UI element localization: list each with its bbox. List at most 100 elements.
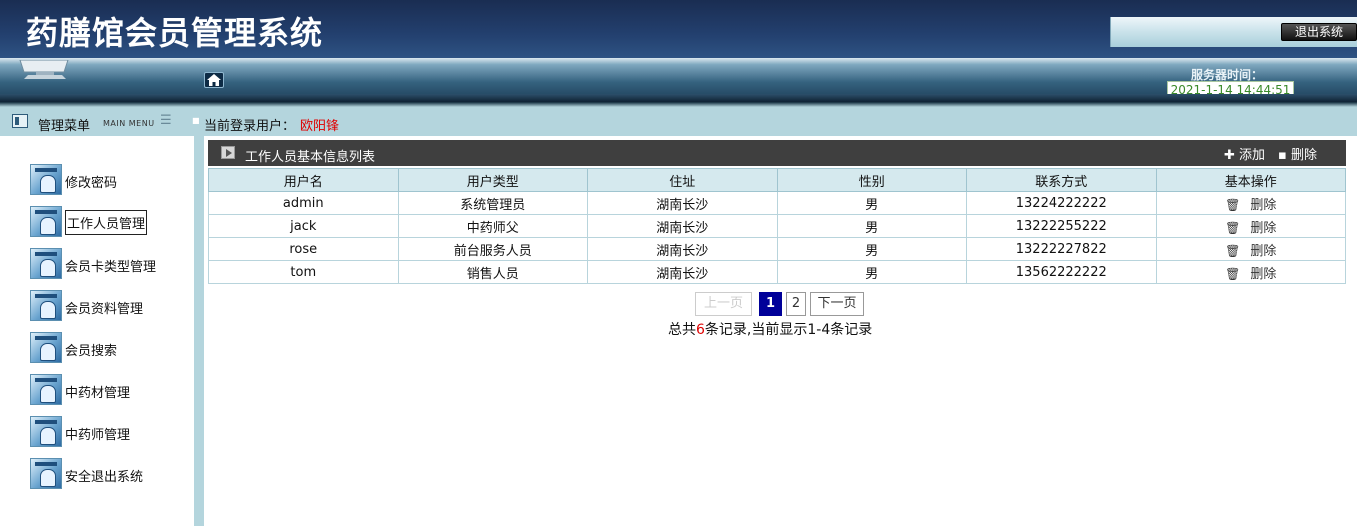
cell-actions: 🗑 删除: [1155, 260, 1346, 284]
summary-prefix: 总共: [668, 322, 696, 338]
user-icon: [30, 458, 62, 489]
column-header: 用户类型: [397, 168, 588, 192]
table-row: tom 销售人员 湖南长沙 男 13562222222 🗑 删除: [208, 260, 1346, 284]
sidebar-item-change-password[interactable]: 修改密码: [30, 164, 190, 196]
cell-username: rose: [208, 237, 399, 261]
column-header: 用户名: [208, 168, 399, 192]
column-header: 性别: [776, 168, 967, 192]
next-page-button[interactable]: 下一页: [810, 292, 864, 316]
prev-page-button: 上一页: [695, 292, 752, 316]
trash-icon: 🗑: [1225, 220, 1241, 235]
summary-suffix: 条记录,当前显示1-4条记录: [704, 322, 873, 338]
column-header: 基本操作: [1155, 168, 1346, 192]
navbar-shade: [0, 94, 1357, 102]
cell-username: jack: [208, 214, 399, 238]
total-count: 6: [696, 322, 705, 338]
user-icon: [30, 164, 62, 195]
sidebar-item-label: 会员资料管理: [65, 302, 144, 317]
cell-actions: 🗑 删除: [1155, 214, 1346, 238]
sub-bar: 管理菜单 MAIN MENU ☰ ■ 当前登录用户： 欧阳锋: [0, 102, 1357, 136]
list-icon: ☰: [160, 113, 172, 128]
arrow-icon: [221, 146, 235, 159]
column-header: 联系方式: [966, 168, 1157, 192]
row-delete-link[interactable]: 删除: [1250, 198, 1276, 213]
user-icon: [30, 416, 62, 447]
nav-bar: 服务器时间： 2021-1-14 14:44:51: [0, 58, 1357, 102]
sidebar: 修改密码 工作人员管理 会员卡类型管理 会员资料管理 会员搜索 中药材管理 中药…: [0, 136, 194, 526]
logout-button[interactable]: 退出系统: [1281, 23, 1357, 41]
sidebar-item-card-type-management[interactable]: 会员卡类型管理: [30, 248, 190, 280]
subbar-divider: [0, 102, 1357, 107]
cell-address: 湖南长沙: [587, 237, 778, 261]
sidebar-divider: [194, 136, 204, 526]
table-row: admin 系统管理员 湖南长沙 男 13224222222 🗑 删除: [208, 191, 1346, 215]
app-title: 药膳馆会员管理系统: [26, 14, 324, 52]
add-button[interactable]: ✚ 添加: [1224, 144, 1265, 163]
user-icon: [30, 248, 62, 279]
page-1-button[interactable]: 1: [759, 292, 782, 316]
user-icon: [30, 290, 62, 321]
main-content: 工作人员基本信息列表 ✚ 添加 ▪ 删除 用户名 用户类型 住址 性别 联系方式…: [204, 136, 1357, 526]
trash-icon: 🗑: [1225, 243, 1241, 258]
panel-title: 工作人员基本信息列表: [245, 150, 376, 165]
table-row: jack 中药师父 湖南长沙 男 13222255222 🗑 删除: [208, 214, 1346, 238]
menu-title: 管理菜单: [38, 119, 91, 134]
cell-username: admin: [208, 191, 399, 215]
cell-phone: 13562222222: [966, 260, 1157, 284]
current-user-label: 当前登录用户：: [204, 119, 296, 134]
sidebar-item-herb-management[interactable]: 中药材管理: [30, 374, 190, 406]
cell-phone: 13222227822: [966, 237, 1157, 261]
trash-icon: 🗑: [1225, 266, 1241, 281]
sidebar-item-label: 中药材管理: [65, 386, 131, 401]
cell-user-type: 前台服务人员: [397, 237, 588, 261]
cell-actions: 🗑 删除: [1155, 237, 1346, 261]
cell-phone: 13224222222: [966, 191, 1157, 215]
row-delete-link[interactable]: 删除: [1250, 221, 1276, 236]
cell-user-type: 中药师父: [397, 214, 588, 238]
cell-gender: 男: [776, 260, 967, 284]
app-root: 药膳馆会员管理系统 退出系统 服务器时间： 2021-1-14 14:44:51…: [0, 0, 1357, 526]
sidebar-item-label: 会员搜索: [65, 344, 118, 359]
column-header: 住址: [587, 168, 778, 192]
sidebar-item-label: 安全退出系统: [65, 470, 144, 485]
sidebar-item-staff-management[interactable]: 工作人员管理: [30, 206, 190, 238]
user-icon: [30, 332, 62, 363]
sidebar-item-label: 工作人员管理: [65, 210, 148, 235]
top-header: 药膳馆会员管理系统 退出系统: [0, 0, 1357, 58]
monitor-icon: [19, 60, 69, 79]
sidebar-item-label: 会员卡类型管理: [65, 260, 157, 275]
current-user-name: 欧阳锋: [300, 119, 340, 134]
sidebar-item-label: 修改密码: [65, 176, 118, 191]
table-header-row: 用户名 用户类型 住址 性别 联系方式 基本操作: [208, 168, 1346, 192]
cell-gender: 男: [776, 237, 967, 261]
sidebar-item-safe-logout[interactable]: 安全退出系统: [30, 458, 190, 490]
sidebar-item-label: 中药师管理: [65, 428, 131, 443]
staff-table: 用户名 用户类型 住址 性别 联系方式 基本操作 admin 系统管理员 湖南长…: [208, 168, 1346, 284]
page-2-button[interactable]: 2: [786, 292, 806, 316]
home-icon[interactable]: [204, 72, 224, 88]
logout-panel: 退出系统: [1110, 17, 1357, 47]
cell-gender: 男: [776, 191, 967, 215]
delete-button[interactable]: ▪ 删除: [1278, 144, 1317, 163]
user-icon: [30, 374, 62, 405]
table-row: rose 前台服务人员 湖南长沙 男 13222227822 🗑 删除: [208, 237, 1346, 261]
cell-username: tom: [208, 260, 399, 284]
sidebar-item-herbalist-management[interactable]: 中药师管理: [30, 416, 190, 448]
row-delete-link[interactable]: 删除: [1250, 244, 1276, 259]
cell-actions: 🗑 删除: [1155, 191, 1346, 215]
record-summary: 总共6条记录,当前显示1-4条记录: [668, 319, 872, 339]
trash-icon: 🗑: [1225, 197, 1241, 212]
cell-phone: 13222255222: [966, 214, 1157, 238]
bullet-icon: ■: [192, 116, 200, 125]
cell-user-type: 销售人员: [397, 260, 588, 284]
cell-address: 湖南长沙: [587, 191, 778, 215]
sidebar-item-member-search[interactable]: 会员搜索: [30, 332, 190, 364]
row-delete-link[interactable]: 删除: [1250, 267, 1276, 282]
menu-panel-icon: [12, 114, 28, 128]
menu-title-en: MAIN MENU: [103, 119, 155, 128]
sidebar-item-member-info-management[interactable]: 会员资料管理: [30, 290, 190, 322]
cell-gender: 男: [776, 214, 967, 238]
cell-address: 湖南长沙: [587, 260, 778, 284]
cell-user-type: 系统管理员: [397, 191, 588, 215]
panel-header: 工作人员基本信息列表 ✚ 添加 ▪ 删除: [208, 140, 1346, 166]
